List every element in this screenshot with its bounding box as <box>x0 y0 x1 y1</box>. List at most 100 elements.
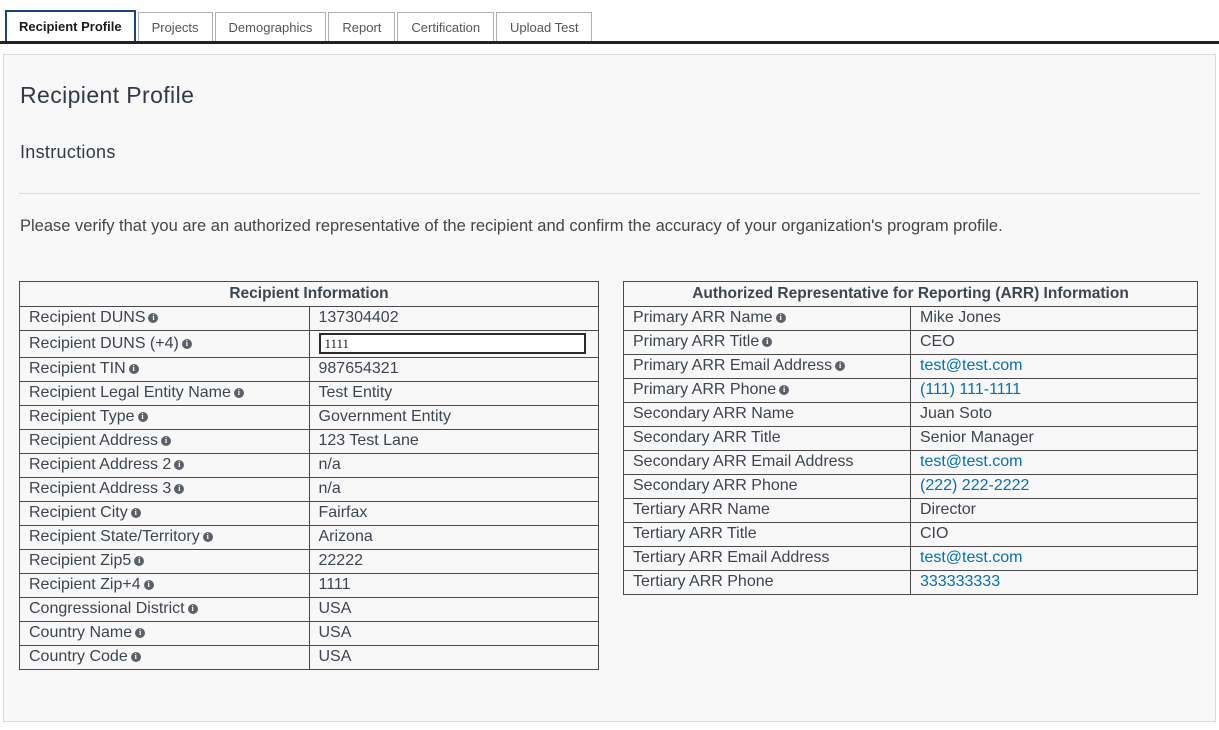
row-label: Secondary ARR Name <box>624 403 911 427</box>
row-value: (222) 222-2222 <box>911 475 1198 499</box>
row-value: Test Entity <box>309 382 599 406</box>
recipient-duns4-input[interactable] <box>319 333 587 354</box>
tab-recipient-profile[interactable]: Recipient Profile <box>5 10 136 41</box>
row-label-text: Recipient Zip+4 <box>29 576 141 593</box>
row-label: Recipient Legal Entity Namei <box>20 382 310 406</box>
row-value: 333333333 <box>911 571 1198 595</box>
row-label: Secondary ARR Phone <box>624 475 911 499</box>
info-icon[interactable]: i <box>129 364 139 374</box>
tab-certification[interactable]: Certification <box>397 12 494 41</box>
row-value: 137304402 <box>309 307 599 331</box>
table-row: Recipient Address 3i n/a <box>20 478 599 502</box>
info-icon[interactable]: i <box>776 313 786 323</box>
tab-projects[interactable]: Projects <box>138 12 213 41</box>
tab-report[interactable]: Report <box>328 12 395 41</box>
table-row: Secondary ARR Name Juan Soto <box>624 403 1198 427</box>
table-row: Primary ARR Email Addressitest@test.com <box>624 355 1198 379</box>
row-value-text: CIO <box>920 525 948 542</box>
table-row: Secondary ARR Email Address test@test.com <box>624 451 1198 475</box>
row-value: Senior Manager <box>911 427 1198 451</box>
row-label: Tertiary ARR Name <box>624 499 911 523</box>
row-label: Tertiary ARR Phone <box>624 571 911 595</box>
row-label-text: Congressional District <box>29 600 185 617</box>
row-label-text: Recipient DUNS <box>29 309 145 326</box>
row-label-text: Primary ARR Title <box>633 333 759 350</box>
row-label: Country Namei <box>20 622 310 646</box>
info-icon[interactable]: i <box>161 436 171 446</box>
row-label: Recipient State/Territoryi <box>20 526 310 550</box>
info-icon[interactable]: i <box>148 313 158 323</box>
info-icon[interactable]: i <box>835 361 845 371</box>
table-row: Recipient Zip+4i 1111 <box>20 574 599 598</box>
row-label: Primary ARR Namei <box>624 307 911 331</box>
row-label: Recipient Address 2i <box>20 454 310 478</box>
table-row: Recipient DUNSi 137304402 <box>20 307 599 331</box>
row-label-text: Secondary ARR Name <box>633 405 794 422</box>
info-icon[interactable]: i <box>188 604 198 614</box>
row-label-text: Secondary ARR Title <box>633 429 781 446</box>
row-value: test@test.com <box>911 547 1198 571</box>
table-row: Secondary ARR Phone (222) 222-2222 <box>624 475 1198 499</box>
row-value: Fairfax <box>309 502 599 526</box>
row-value-text: Arizona <box>319 528 373 545</box>
row-label: Primary ARR Titlei <box>624 331 911 355</box>
row-label: Recipient DUNS (+4)i <box>20 331 310 358</box>
info-icon[interactable]: i <box>174 460 184 470</box>
row-value: Director <box>911 499 1198 523</box>
value-link[interactable]: test@test.com <box>920 549 1023 566</box>
info-icon[interactable]: i <box>234 388 244 398</box>
value-link[interactable]: (222) 222-2222 <box>920 477 1029 494</box>
row-label: Secondary ARR Email Address <box>624 451 911 475</box>
row-value-text: CEO <box>920 333 955 350</box>
info-icon[interactable]: i <box>174 484 184 494</box>
value-link[interactable]: test@test.com <box>920 453 1023 470</box>
row-label-text: Secondary ARR Phone <box>633 477 798 494</box>
row-value-text: Juan Soto <box>920 405 992 422</box>
row-value: CEO <box>911 331 1198 355</box>
info-icon[interactable]: i <box>182 339 192 349</box>
row-value: n/a <box>309 478 599 502</box>
info-icon[interactable]: i <box>135 628 145 638</box>
info-icon[interactable]: i <box>779 385 789 395</box>
row-value: USA <box>309 622 599 646</box>
row-label-text: Primary ARR Phone <box>633 381 776 398</box>
info-icon[interactable]: i <box>144 580 154 590</box>
info-icon[interactable]: i <box>203 532 213 542</box>
row-label: Recipient Addressi <box>20 430 310 454</box>
info-icon[interactable]: i <box>762 337 772 347</box>
value-link[interactable]: test@test.com <box>920 357 1023 374</box>
table-row: Recipient State/Territoryi Arizona <box>20 526 599 550</box>
info-icon[interactable]: i <box>138 412 148 422</box>
row-value-text: Government Entity <box>319 408 452 425</box>
info-icon[interactable]: i <box>134 556 144 566</box>
row-label: Recipient Typei <box>20 406 310 430</box>
tab-list: Recipient ProfileProjectsDemographicsRep… <box>5 10 594 41</box>
row-value-text: USA <box>319 600 352 617</box>
row-label: Tertiary ARR Email Address <box>624 547 911 571</box>
tab-demographics[interactable]: Demographics <box>215 12 327 41</box>
row-value-text: Senior Manager <box>920 429 1034 446</box>
value-link[interactable]: 333333333 <box>920 573 1000 590</box>
row-value-text: Mike Jones <box>920 309 1001 326</box>
row-label-text: Tertiary ARR Name <box>633 501 770 518</box>
table-row: Primary ARR Phonei (111) 111-1111 <box>624 379 1198 403</box>
row-label-text: Recipient Address 3 <box>29 480 171 497</box>
value-link[interactable]: (111) 111-1111 <box>920 381 1021 398</box>
row-value-text: USA <box>319 624 352 641</box>
row-label: Primary ARR Phonei <box>624 379 911 403</box>
table-header: Authorized Representative for Reporting … <box>624 282 1198 307</box>
info-icon[interactable]: i <box>131 508 141 518</box>
row-label-text: Tertiary ARR Email Address <box>633 549 830 566</box>
row-value: 22222 <box>309 550 599 574</box>
info-icon[interactable]: i <box>131 652 141 662</box>
tab-upload-test[interactable]: Upload Test <box>496 12 592 41</box>
table-row: Recipient TINi987654321 <box>20 358 599 382</box>
row-value: n/a <box>309 454 599 478</box>
tab-bar: Recipient ProfileProjectsDemographicsRep… <box>0 0 1219 44</box>
row-label-text: Primary ARR Name <box>633 309 773 326</box>
row-value: 987654321 <box>309 358 599 382</box>
row-value: 123 Test Lane <box>309 430 599 454</box>
row-value: test@test.com <box>911 451 1198 475</box>
row-value: 1111 <box>309 574 599 598</box>
table-row: Country CodeiUSA <box>20 646 599 670</box>
